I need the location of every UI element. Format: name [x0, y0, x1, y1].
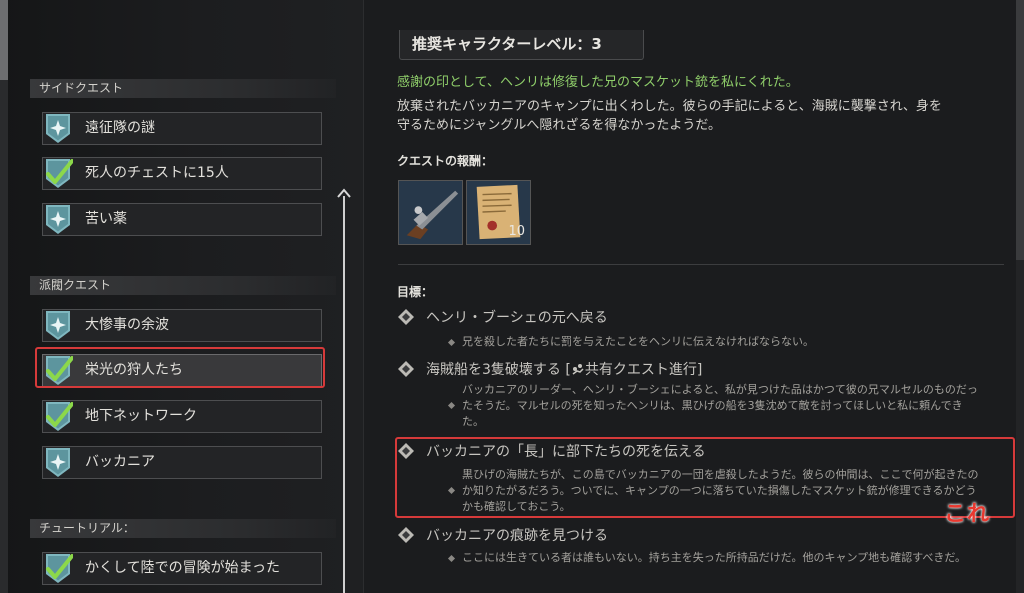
- quest-item-bitter-medicine[interactable]: 苦い薬: [42, 203, 322, 236]
- shared-progress-icon: [572, 364, 584, 375]
- objective-desc-line: ここには生きている者は誰もいない。持ち主を失った所持品だけだ。他のキャンプ地も確…: [462, 551, 967, 564]
- quest-item-catastrophe-aftermath[interactable]: 大惨事の余波: [42, 309, 322, 342]
- objective-title-text: 海賊船を3隻破壊する [: [426, 362, 571, 378]
- objective-diamond-icon: [398, 527, 414, 543]
- rewards-heading: クエストの報酬：: [397, 154, 494, 168]
- quest-label: かくして陸での冒険が始まった: [85, 560, 281, 576]
- objective-title: バッカニアの痕跡を見つける: [426, 528, 608, 544]
- description-line-1: 放棄されたバッカニアのキャンプに出くわした。彼らの手記によると、海賊に襲撃され、…: [397, 99, 942, 114]
- right-scrollbar-thumb[interactable]: [1016, 0, 1024, 260]
- left-scrollbar[interactable]: [0, 0, 8, 593]
- objective-diamond-icon: [398, 309, 414, 325]
- quest-item-land-adventure[interactable]: かくして陸での冒険が始まった: [42, 552, 322, 585]
- checkmark-shield-icon: [46, 402, 73, 431]
- reward-summary-text: 感謝の印として、ヘンリは修復した兄のマスケット銃を私にくれた。: [397, 75, 799, 90]
- reward-slot-musket[interactable]: [398, 180, 463, 245]
- quest-item-buccaneer[interactable]: バッカニア: [42, 446, 322, 479]
- left-scrollbar-thumb[interactable]: [0, 0, 8, 80]
- quest-label: バッカニア: [85, 454, 155, 470]
- quest-list-panel: サイドクエスト 遠征隊の謎 死人のチェストに15人 苦い薬 派閥クエスト 大惨事…: [0, 0, 364, 593]
- objective-desc-line: た。: [462, 415, 484, 428]
- right-scrollbar[interactable]: [1016, 0, 1024, 593]
- quest-label: 地下ネットワーク: [85, 408, 197, 424]
- scroll-indicator-line: [343, 196, 345, 593]
- objective-desc-line: 兄を殺した者たちに罰を与えたことをヘンリに伝えなければならない。: [462, 335, 814, 348]
- arrow-up-icon: [337, 188, 351, 198]
- quest-label: 大惨事の余波: [85, 317, 169, 333]
- checkmark-shield-icon: [46, 554, 73, 583]
- compass-shield-icon: [46, 311, 70, 340]
- recommended-level-badge: 推奨キャラクターレベル：3: [399, 30, 644, 60]
- recommended-level-text: 推奨キャラクターレベル：3: [412, 35, 602, 53]
- section-divider: [398, 264, 1004, 265]
- objective-title-end: ]: [696, 362, 703, 378]
- description-line-2: 守るためにジャングルへ隠れざるを得なかったようだ。: [397, 118, 721, 133]
- objective-desc-line: バッカニアのリーダー、ヘンリ・ブーシェによると、私が見つけた品はかつて彼の兄マル…: [462, 383, 978, 396]
- quest-item-underground-network[interactable]: 地下ネットワーク: [42, 400, 322, 433]
- compass-shield-icon: [46, 114, 70, 143]
- compass-shield-icon: [46, 448, 70, 477]
- section-header-faction-quests: 派閥クエスト: [30, 276, 336, 295]
- objective-desc-line: たそうだ。マルセルの死を知ったヘンリは、黒ひげの船を3隻沈めて敵を討ってほしいと…: [462, 399, 963, 412]
- selection-highlight-box: [35, 347, 325, 388]
- objective-diamond-icon: [398, 361, 414, 377]
- section-header-tutorial: チュートリアル：: [30, 519, 336, 538]
- quest-item-expedition-mystery[interactable]: 遠征隊の謎: [42, 112, 322, 145]
- checkmark-shield-icon: [46, 159, 73, 188]
- annotation-label: これ: [944, 502, 991, 527]
- compass-shield-icon: [46, 205, 70, 234]
- section-header-side-quests: サイドクエスト: [30, 79, 336, 98]
- musket-icon: [399, 181, 462, 244]
- quest-label: 死人のチェストに15人: [85, 165, 229, 181]
- quest-label: 苦い薬: [85, 211, 127, 227]
- objective-title: 海賊船を3隻破壊する [ 共有クエスト進行]: [426, 359, 702, 379]
- objectives-heading: 目標：: [397, 285, 434, 299]
- objective-shared-label: 共有クエスト進行: [584, 362, 697, 378]
- objective-title: ヘンリ・ブーシェの元へ戻る: [426, 310, 608, 326]
- reward-count: 10: [508, 224, 525, 239]
- objective-highlight-box: [395, 437, 1015, 518]
- reward-slot-scroll[interactable]: 10: [466, 180, 531, 245]
- quest-item-dead-mans-chest[interactable]: 死人のチェストに15人: [42, 157, 322, 190]
- quest-label: 遠征隊の謎: [85, 120, 155, 136]
